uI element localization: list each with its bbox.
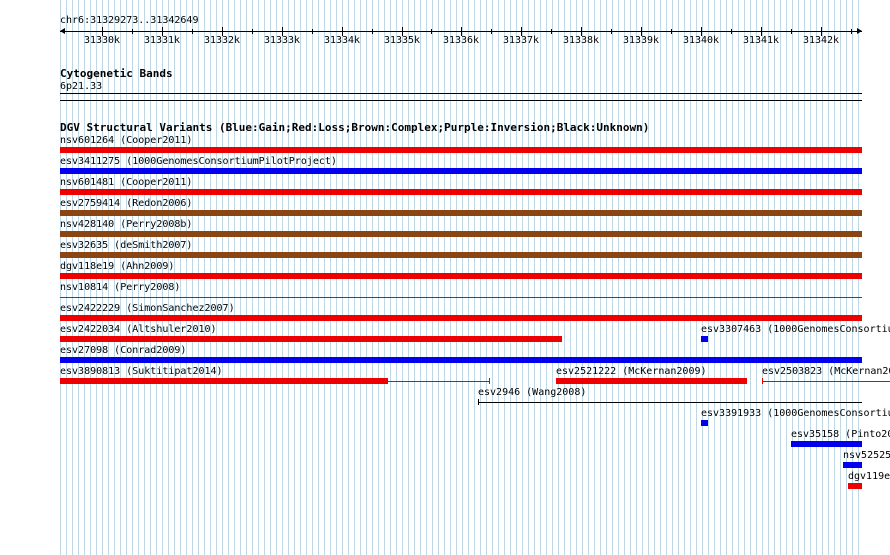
feature-bar-esv3890813[interactable] xyxy=(60,378,388,384)
ruler-tick-label: 31331k xyxy=(143,35,181,46)
feature-bar-dgv118e19[interactable] xyxy=(60,273,862,279)
feature-bar-esv2521222[interactable] xyxy=(556,378,747,384)
feature-label[interactable]: esv3391933 (1000GenomesConsortiu xyxy=(701,408,890,419)
ruler-minor-tick xyxy=(431,29,432,34)
feature-bar-esv27098[interactable] xyxy=(60,357,862,363)
ruler-position-label: chr6:31329273..31342649 xyxy=(60,15,199,26)
ruler-tick-label: 31338k xyxy=(562,35,600,46)
cytoband-track-title: Cytogenetic Bands xyxy=(60,67,173,80)
feature-label[interactable]: esv3890813 (Suktitipat2014) xyxy=(60,366,223,377)
feature-label[interactable]: dgv119e xyxy=(848,471,890,482)
ruler-tick-label: 31340k xyxy=(682,35,720,46)
feature-label[interactable]: esv35158 (Pinto20 xyxy=(791,429,890,440)
ruler-tick-label: 31335k xyxy=(383,35,421,46)
genome-browser-panel: chr6:31329273..31342649 31330k 31331k 3133… xyxy=(0,0,890,555)
feature-bar-esv32635[interactable] xyxy=(60,252,862,258)
ruler-tick-label: 31341k xyxy=(742,35,780,46)
feature-label[interactable]: esv2521222 (McKernan2009) xyxy=(556,366,707,377)
ruler-minor-tick xyxy=(611,29,612,34)
ruler-minor-tick xyxy=(551,29,552,34)
ruler-tick-label: 31334k xyxy=(323,35,361,46)
ruler-tick-label: 31333k xyxy=(263,35,301,46)
ruler-minor-tick xyxy=(312,29,313,34)
feature-label[interactable]: dgv118e19 (Ahn2009) xyxy=(60,261,174,272)
feature-line-nsv10814[interactable] xyxy=(60,297,862,298)
feature-label[interactable]: nsv601264 (Cooper2011) xyxy=(60,135,192,146)
feature-bar-dgv119e[interactable] xyxy=(848,483,862,489)
feature-line-esv3890813[interactable] xyxy=(388,381,490,382)
feature-line-esv2946[interactable] xyxy=(478,402,862,403)
feature-label[interactable]: nsv52525 xyxy=(843,450,890,461)
feature-label[interactable]: esv27098 (Conrad2009) xyxy=(60,345,186,356)
feature-label[interactable]: nsv428140 (Perry2008b) xyxy=(60,219,192,230)
feature-label[interactable]: esv2759414 (Redon2006) xyxy=(60,198,192,209)
feature-label[interactable]: nsv601481 (Cooper2011) xyxy=(60,177,192,188)
ruler-tick-label: 31332k xyxy=(203,35,241,46)
ruler-left-arrow xyxy=(60,28,65,34)
feature-line-esv2503823[interactable] xyxy=(762,381,890,382)
ruler-minor-tick xyxy=(132,29,133,34)
feature-bar-nsv601264[interactable] xyxy=(60,147,862,153)
ruler-tick-label: 31337k xyxy=(502,35,540,46)
feature-bar-esv35158[interactable] xyxy=(791,441,862,447)
cytoband-bar-top xyxy=(60,93,862,94)
feature-bar-esv2422229[interactable] xyxy=(60,315,862,321)
ruler-minor-tick xyxy=(252,29,253,34)
ruler-tick-label: 31336k xyxy=(442,35,480,46)
feature-label[interactable]: esv2422229 (SimonSanchez2007) xyxy=(60,303,235,314)
feature-bar-esv3391933[interactable] xyxy=(701,420,708,426)
ruler-minor-tick xyxy=(192,29,193,34)
ruler-minor-tick xyxy=(791,29,792,34)
feature-bar-nsv52525[interactable] xyxy=(843,462,862,468)
feature-bar-esv2759414[interactable] xyxy=(60,210,862,216)
ruler-tick-label: 31339k xyxy=(622,35,660,46)
feature-label[interactable]: esv3307463 (1000GenomesConsortiu xyxy=(701,324,890,335)
ruler-tick-label: 31330k xyxy=(83,35,121,46)
dgv-track-title: DGV Structural Variants (Blue:Gain;Red:L… xyxy=(60,121,650,134)
cytoband-label: 6p21.33 xyxy=(60,81,103,92)
feature-label[interactable]: esv2946 (Wang2008) xyxy=(478,387,586,398)
ruler-right-arrow xyxy=(857,28,862,34)
ruler-minor-tick xyxy=(731,29,732,34)
cytoband-bar-bottom xyxy=(60,100,862,101)
feature-bar-esv3307463[interactable] xyxy=(701,336,708,342)
feature-bar-nsv601481[interactable] xyxy=(60,189,862,195)
feature-bar-esv3411275[interactable] xyxy=(60,168,862,174)
feature-end-esv3890813 xyxy=(489,378,490,384)
feature-bar-esv2422034[interactable] xyxy=(60,336,562,342)
feature-label[interactable]: esv3411275 (1000GenomesConsortiumPilotPr… xyxy=(60,156,337,167)
ruler-tick-label: 31342k xyxy=(802,35,840,46)
ruler-minor-tick xyxy=(851,29,852,34)
ruler-minor-tick xyxy=(671,29,672,34)
feature-label[interactable]: esv2503823 (McKernan20 xyxy=(762,366,890,377)
feature-label[interactable]: esv32635 (deSmith2007) xyxy=(60,240,192,251)
feature-label[interactable]: nsv10814 (Perry2008) xyxy=(60,282,180,293)
ruler-minor-tick xyxy=(372,29,373,34)
ruler-minor-tick xyxy=(491,29,492,34)
feature-bar-nsv428140[interactable] xyxy=(60,231,862,237)
feature-label[interactable]: esv2422034 (Altshuler2010) xyxy=(60,324,217,335)
